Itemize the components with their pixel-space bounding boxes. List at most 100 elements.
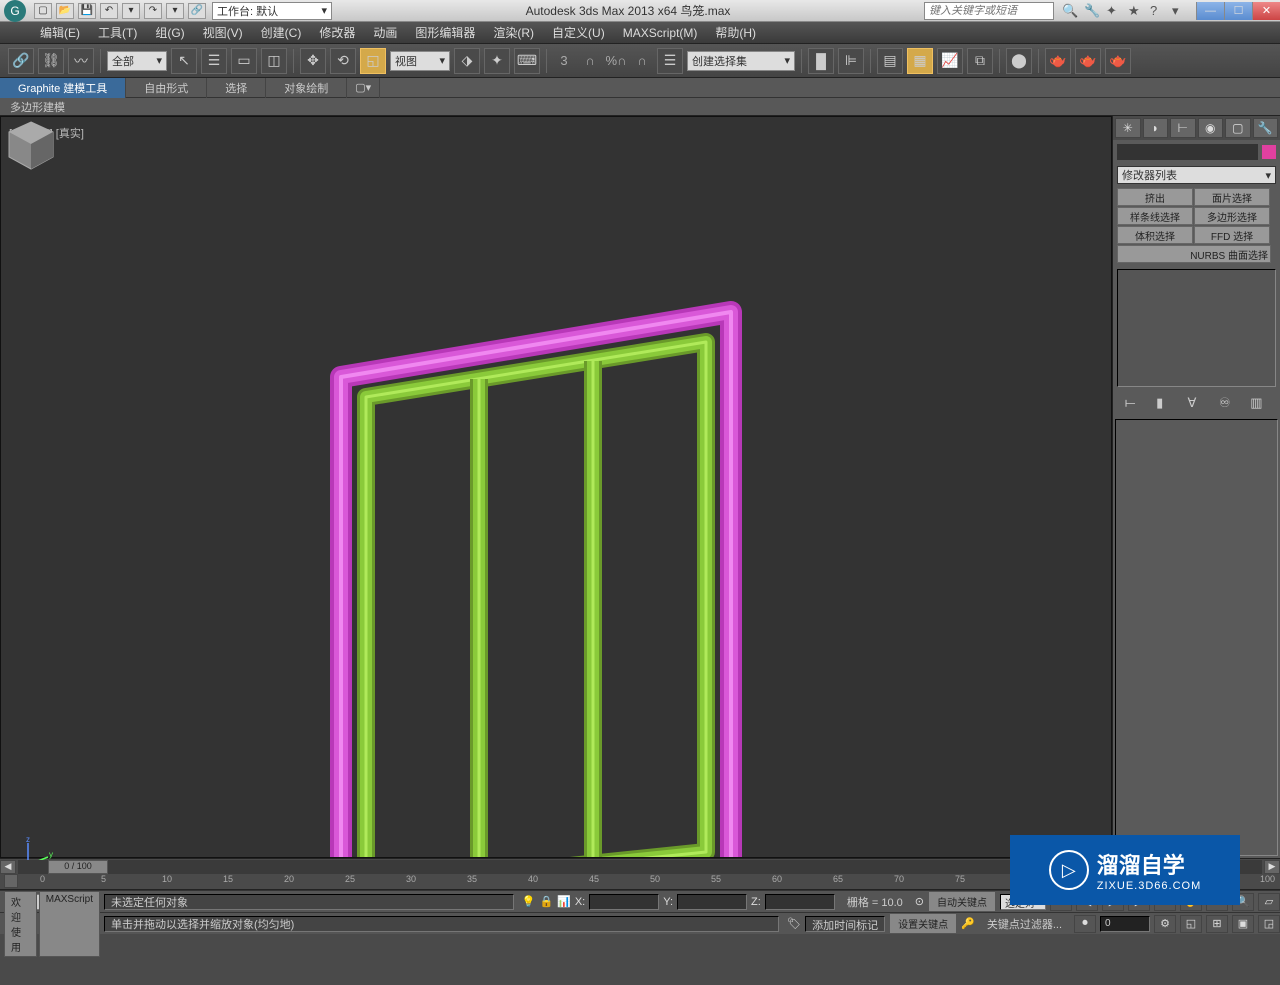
motion-tab-icon[interactable]: ◉ xyxy=(1198,118,1224,138)
viewcube-icon[interactable] xyxy=(1,117,61,177)
keyboard-shortcut-icon[interactable]: ⌨ xyxy=(514,48,540,74)
menu-customize[interactable]: 自定义(U) xyxy=(552,24,605,41)
max-viewport-icon[interactable]: ▣ xyxy=(1232,915,1254,933)
menu-animation[interactable]: 动画 xyxy=(373,24,397,41)
angle-snap-icon[interactable]: ∩ xyxy=(579,50,601,72)
tab-object-paint[interactable]: 对象绘制 xyxy=(266,78,347,98)
tab-selection[interactable]: 选择 xyxy=(207,78,266,98)
menu-tools[interactable]: 工具(T) xyxy=(98,24,137,41)
make-unique-icon[interactable]: ∀ xyxy=(1187,395,1205,413)
object-name-field[interactable] xyxy=(1117,144,1258,160)
nav-icon[interactable]: ◲ xyxy=(1258,915,1280,933)
modifier-stack[interactable] xyxy=(1117,269,1276,387)
help-icon[interactable]: ? xyxy=(1150,3,1166,19)
utilities-tab-icon[interactable]: 🔧 xyxy=(1253,118,1279,138)
percent-snap-icon[interactable]: %∩ xyxy=(605,50,627,72)
lock-icon[interactable]: 💡 xyxy=(522,895,536,908)
wrench-icon[interactable]: 🔧 xyxy=(1084,3,1100,19)
select-icon[interactable]: ↖ xyxy=(171,48,197,74)
zoom-all-icon[interactable]: ⊞ xyxy=(1206,915,1228,933)
render-icon[interactable]: 🫖 xyxy=(1105,48,1131,74)
menu-maxscript[interactable]: MAXScript(M) xyxy=(623,26,698,40)
btn-poly-select[interactable]: 多边形选择 xyxy=(1194,207,1270,225)
open-icon[interactable]: 📂 xyxy=(56,3,74,19)
layers-icon[interactable]: ▤ xyxy=(877,48,903,74)
snap-toggle-icon[interactable]: 3 xyxy=(553,50,575,72)
display-tab-icon[interactable]: ▢ xyxy=(1225,118,1251,138)
key-mode-icon[interactable]: ⏺ xyxy=(1074,915,1096,933)
menu-help[interactable]: 帮助(H) xyxy=(715,24,756,41)
menu-view[interactable]: 视图(V) xyxy=(203,24,243,41)
redo-icon[interactable]: ↷ xyxy=(144,3,162,19)
menu-modifiers[interactable]: 修改器 xyxy=(319,24,355,41)
search-input[interactable] xyxy=(924,2,1054,20)
binoculars-icon[interactable]: 🔍 xyxy=(1062,3,1078,19)
save-icon[interactable]: 💾 xyxy=(78,3,96,19)
adaptive-icon[interactable]: 📊 xyxy=(557,895,571,908)
redo-dropdown-icon[interactable]: ▾ xyxy=(166,3,184,19)
move-icon[interactable]: ✥ xyxy=(300,48,326,74)
modify-tab-icon[interactable]: ◗ xyxy=(1143,118,1169,138)
btn-extrude[interactable]: 挤出 xyxy=(1117,188,1193,206)
minimize-button[interactable]: — xyxy=(1196,2,1224,20)
rotate-icon[interactable]: ⟲ xyxy=(330,48,356,74)
ribbon-poly-label[interactable]: 多边形建模 xyxy=(10,99,65,115)
render-setup-icon[interactable]: 🫖 xyxy=(1045,48,1071,74)
modifier-list-dropdown[interactable]: 修改器列表▾ xyxy=(1117,166,1276,184)
unlink-tool-icon[interactable]: ⛓ xyxy=(38,48,64,74)
btn-face-select[interactable]: 面片选择 xyxy=(1194,188,1270,206)
y-coord-input[interactable] xyxy=(677,894,747,910)
maximize-button[interactable]: ☐ xyxy=(1224,2,1252,20)
select-by-name-icon[interactable]: ☰ xyxy=(201,48,227,74)
edit-named-sel-icon[interactable]: ☰ xyxy=(657,48,683,74)
x-coord-input[interactable] xyxy=(589,894,659,910)
autokey-button[interactable]: 自动关键点 xyxy=(928,891,996,912)
workspace-selector[interactable]: 工作台: 默认▾ xyxy=(212,2,332,20)
setkey-button[interactable]: 设置关键点 xyxy=(889,913,957,934)
maxscript-tab[interactable]: MAXScript xyxy=(39,891,100,957)
next-frame-icon[interactable]: ▶ xyxy=(1264,860,1280,874)
mirror-icon[interactable]: ▐▌ xyxy=(808,48,834,74)
welcome-tab[interactable]: 欢迎使用 xyxy=(4,891,37,957)
tab-graphite[interactable]: Graphite 建模工具 xyxy=(0,78,126,98)
material-editor-icon[interactable]: ⬤ xyxy=(1006,48,1032,74)
render-frame-icon[interactable]: 🫖 xyxy=(1075,48,1101,74)
scale-icon[interactable]: ◱ xyxy=(360,48,386,74)
exchange-icon[interactable]: ✦ xyxy=(1106,3,1122,19)
btn-spline-select[interactable]: 样条线选择 xyxy=(1117,207,1193,225)
menu-render[interactable]: 渲染(R) xyxy=(493,24,534,41)
remove-modifier-icon[interactable]: ♾ xyxy=(1219,395,1237,413)
menu-graph[interactable]: 图形编辑器 xyxy=(415,24,475,41)
schematic-view-icon[interactable]: ⧉ xyxy=(967,48,993,74)
align-icon[interactable]: ⊫ xyxy=(838,48,864,74)
keyfilter-icon[interactable]: 🔑 xyxy=(961,917,975,930)
add-time-tag[interactable]: 添加时间标记 xyxy=(805,916,885,932)
hierarchy-tab-icon[interactable]: ⊢ xyxy=(1170,118,1196,138)
track-bar-toggle-icon[interactable] xyxy=(4,874,18,888)
zoom-extents-icon[interactable]: ◱ xyxy=(1180,915,1202,933)
manipulate-icon[interactable]: ✦ xyxy=(484,48,510,74)
favorite-icon[interactable]: ★ xyxy=(1128,3,1144,19)
menu-edit[interactable]: 编辑(E) xyxy=(40,24,80,41)
key-filters[interactable]: 关键点过滤器... xyxy=(979,916,1070,932)
time-config-icon[interactable]: ⚙ xyxy=(1154,915,1176,933)
fov-icon[interactable]: ▱ xyxy=(1258,893,1280,911)
close-button[interactable]: ✕ xyxy=(1252,2,1280,20)
pivot-icon[interactable]: ⬗ xyxy=(454,48,480,74)
prev-frame-icon[interactable]: ◀ xyxy=(0,860,16,874)
time-tag-icon[interactable]: 🏷 xyxy=(787,917,801,930)
viewport[interactable]: [+] [正交] [真实] xyxy=(0,116,1112,858)
help-dropdown-icon[interactable]: ▾ xyxy=(1172,3,1188,19)
configure-sets-icon[interactable]: ▥ xyxy=(1250,395,1268,413)
rollout-area[interactable] xyxy=(1115,419,1278,856)
bind-spacewarp-icon[interactable]: 〰 xyxy=(68,48,94,74)
time-slider-handle[interactable]: 0 / 100 xyxy=(48,860,108,874)
z-coord-input[interactable] xyxy=(765,894,835,910)
spinner-snap-icon[interactable]: ∩ xyxy=(631,50,653,72)
btn-ffd-select[interactable]: FFD 选择 xyxy=(1194,226,1270,244)
menu-group[interactable]: 组(G) xyxy=(155,24,184,41)
layer-explorer-icon[interactable]: ▦ xyxy=(907,48,933,74)
tab-freeform[interactable]: 自由形式 xyxy=(126,78,207,98)
create-tab-icon[interactable]: ✳ xyxy=(1115,118,1141,138)
menu-create[interactable]: 创建(C) xyxy=(261,24,302,41)
